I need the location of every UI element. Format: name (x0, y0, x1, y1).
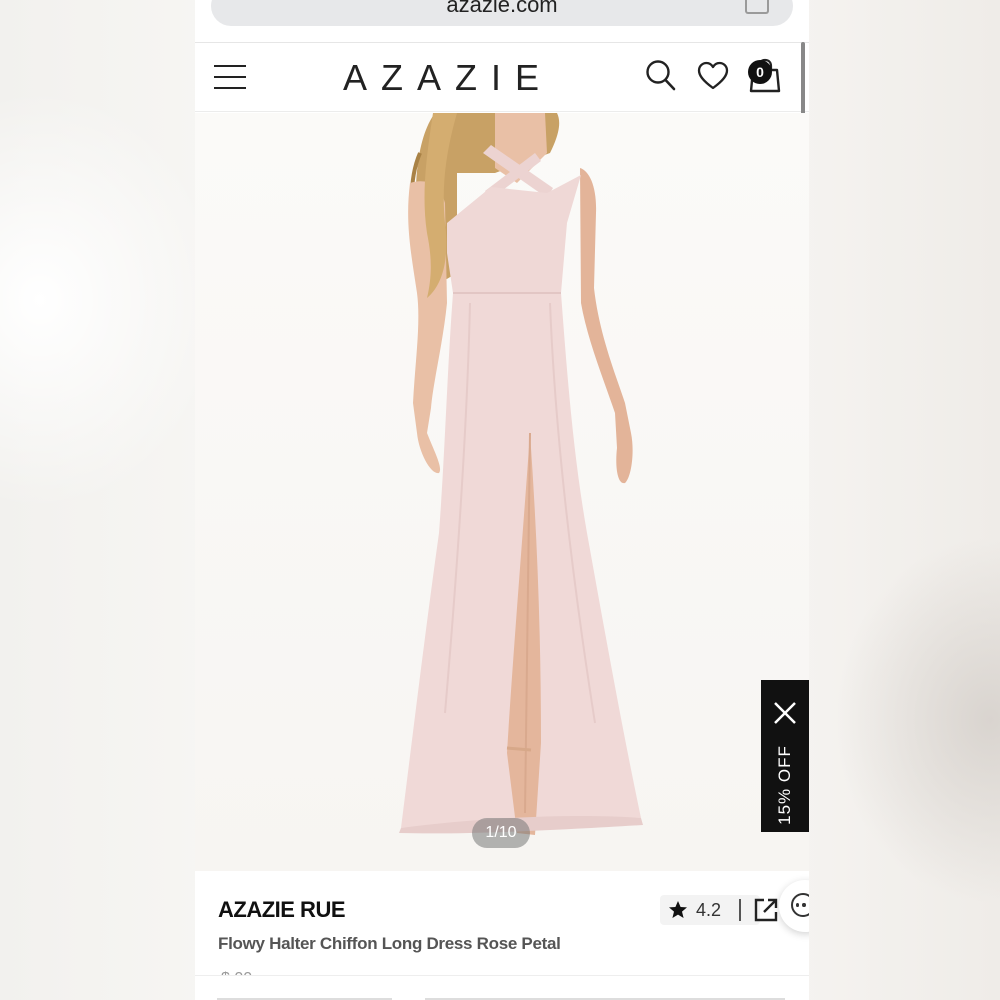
product-rating[interactable]: 4.2 (660, 895, 760, 925)
share-icon[interactable] (753, 897, 779, 923)
phone-screen: azazie.com AZAZIE 0 1/10 15% OFF AZAZIE … (195, 0, 809, 1000)
menu-icon[interactable] (214, 65, 246, 89)
product-brand: AZAZIE RUE (218, 897, 346, 922)
image-counter: 1/10 (472, 818, 530, 848)
browser-share-icon[interactable] (745, 0, 769, 14)
search-icon[interactable] (645, 59, 677, 93)
promo-label: 15% OFF (775, 745, 794, 825)
cart-count-badge: 0 (748, 60, 772, 84)
chat-support-button[interactable] (779, 880, 809, 932)
site-logo[interactable]: AZAZIE (343, 57, 565, 99)
star-icon (669, 901, 687, 918)
rating-divider (739, 899, 742, 921)
close-icon[interactable] (772, 700, 798, 726)
wishlist-heart-icon[interactable] (697, 61, 729, 91)
product-image[interactable]: 1/10 (195, 113, 809, 871)
site-header: AZAZIE 0 (195, 42, 809, 112)
bottom-action-bar (195, 975, 809, 1000)
product-name: Flowy Halter Chiffon Long Dress Rose Pet… (218, 934, 561, 953)
url-text: azazie.com (446, 0, 558, 17)
model-in-dress-image (399, 113, 643, 835)
discount-promo-tab[interactable]: 15% OFF (761, 680, 809, 832)
browser-url-bar[interactable]: azazie.com (211, 0, 793, 26)
rating-value: 4.2 (696, 899, 722, 920)
